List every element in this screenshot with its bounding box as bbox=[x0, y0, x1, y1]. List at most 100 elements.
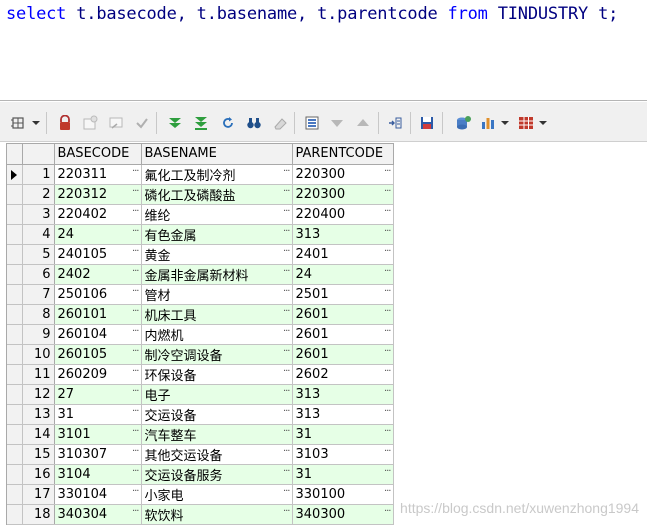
cell-edit-button[interactable]: ··· bbox=[283, 266, 290, 277]
cell-edit-button[interactable]: ··· bbox=[384, 326, 391, 337]
refresh-icon[interactable] bbox=[219, 114, 237, 132]
row-indicator[interactable] bbox=[7, 344, 23, 365]
cell-edit-button[interactable]: ··· bbox=[384, 186, 391, 197]
cell-edit-button[interactable]: ··· bbox=[132, 366, 139, 377]
single-record-view-icon[interactable] bbox=[303, 114, 321, 132]
row-indicator[interactable] bbox=[7, 304, 23, 325]
cell-parentcode[interactable]: 24 ··· bbox=[292, 264, 394, 285]
cell-edit-button[interactable]: ··· bbox=[384, 286, 391, 297]
fetch-all-icon[interactable] bbox=[192, 114, 210, 132]
table-row[interactable]: 4 24 ··· 有色金属 ··· 313 ··· bbox=[7, 224, 394, 245]
cell-edit-button[interactable]: ··· bbox=[132, 506, 139, 517]
cell-parentcode[interactable]: 2401 ··· bbox=[292, 244, 394, 265]
cell-edit-button[interactable]: ··· bbox=[283, 446, 290, 457]
cell-edit-button[interactable]: ··· bbox=[384, 266, 391, 277]
find-icon[interactable] bbox=[245, 114, 263, 132]
row-indicator[interactable] bbox=[7, 424, 23, 445]
row-number[interactable]: 11 bbox=[22, 364, 55, 385]
row-indicator[interactable] bbox=[7, 264, 23, 285]
cell-edit-button[interactable]: ··· bbox=[132, 226, 139, 237]
cell-basecode[interactable]: 260101 ··· bbox=[54, 304, 142, 325]
lock-icon[interactable] bbox=[56, 114, 74, 132]
cell-edit-button[interactable]: ··· bbox=[132, 406, 139, 417]
cell-edit-button[interactable]: ··· bbox=[132, 246, 139, 257]
table-row[interactable]: 3 220402 ··· 维纶 ··· 220400 ··· bbox=[7, 204, 394, 225]
result-grid[interactable]: BASECODE BASENAME PARENTCODE 1 220311 ··· 氟… bbox=[6, 143, 394, 525]
row-number[interactable]: 4 bbox=[22, 224, 55, 245]
cell-edit-button[interactable]: ··· bbox=[283, 166, 290, 177]
row-indicator[interactable] bbox=[7, 324, 23, 345]
row-indicator[interactable] bbox=[7, 444, 23, 465]
cell-parentcode[interactable]: 2601 ··· bbox=[292, 304, 394, 325]
cell-edit-button[interactable]: ··· bbox=[132, 466, 139, 477]
cell-edit-button[interactable]: ··· bbox=[132, 166, 139, 177]
cell-basename[interactable]: 管材 ··· bbox=[141, 284, 293, 305]
cell-parentcode[interactable]: 220300 ··· bbox=[292, 164, 394, 185]
row-number[interactable]: 16 bbox=[22, 464, 55, 485]
cell-edit-button[interactable]: ··· bbox=[283, 406, 290, 417]
cell-parentcode[interactable]: 3103 ··· bbox=[292, 444, 394, 465]
cell-basecode[interactable]: 220312 ··· bbox=[54, 184, 142, 205]
cell-edit-button[interactable]: ··· bbox=[384, 366, 391, 377]
row-indicator[interactable] bbox=[7, 464, 23, 485]
row-number[interactable]: 5 bbox=[22, 244, 55, 265]
cell-basename[interactable]: 汽车整车 ··· bbox=[141, 424, 293, 445]
cell-edit-button[interactable]: ··· bbox=[132, 426, 139, 437]
cell-basecode[interactable]: 27 ··· bbox=[54, 384, 142, 405]
cell-edit-button[interactable]: ··· bbox=[384, 426, 391, 437]
cell-edit-button[interactable]: ··· bbox=[384, 246, 391, 257]
cell-edit-button[interactable]: ··· bbox=[283, 426, 290, 437]
cell-basename[interactable]: 交运设备服务 ··· bbox=[141, 464, 293, 485]
cell-basecode[interactable]: 3101 ··· bbox=[54, 424, 142, 445]
cell-edit-button[interactable]: ··· bbox=[384, 486, 391, 497]
cell-basename[interactable]: 金属非金属新材料 ··· bbox=[141, 264, 293, 285]
cell-basecode[interactable]: 310307 ··· bbox=[54, 444, 142, 465]
cell-basecode[interactable]: 2402 ··· bbox=[54, 264, 142, 285]
cell-edit-button[interactable]: ··· bbox=[283, 386, 290, 397]
row-number[interactable]: 7 bbox=[22, 284, 55, 305]
row-indicator[interactable] bbox=[7, 244, 23, 265]
cell-basecode[interactable]: 260104 ··· bbox=[54, 324, 142, 345]
save-icon[interactable] bbox=[418, 114, 436, 132]
chart-icon[interactable] bbox=[479, 114, 497, 132]
cell-basename[interactable]: 制冷空调设备 ··· bbox=[141, 344, 293, 365]
cell-basecode[interactable]: 260209 ··· bbox=[54, 364, 142, 385]
new-row-icon[interactable] bbox=[81, 114, 99, 132]
connect-icon[interactable] bbox=[455, 114, 473, 132]
cell-edit-button[interactable]: ··· bbox=[384, 506, 391, 517]
cell-basecode[interactable]: 260105 ··· bbox=[54, 344, 142, 365]
row-number[interactable]: 13 bbox=[22, 404, 55, 425]
cell-edit-button[interactable]: ··· bbox=[132, 206, 139, 217]
row-indicator[interactable] bbox=[7, 384, 23, 405]
row-number[interactable]: 9 bbox=[22, 324, 55, 345]
table-row[interactable]: 13 31 ··· 交运设备 ··· 313 ··· bbox=[7, 404, 394, 425]
chevron-down-icon[interactable] bbox=[32, 121, 40, 125]
row-number[interactable]: 1 bbox=[22, 164, 55, 185]
sql-editor[interactable]: select t.basecode, t.basename, t.parentc… bbox=[0, 0, 647, 101]
cell-edit-button[interactable]: ··· bbox=[283, 306, 290, 317]
row-indicator[interactable] bbox=[7, 404, 23, 425]
cell-basecode[interactable]: 31 ··· bbox=[54, 404, 142, 425]
row-number[interactable]: 2 bbox=[22, 184, 55, 205]
cell-edit-button[interactable]: ··· bbox=[132, 486, 139, 497]
cell-parentcode[interactable]: 313 ··· bbox=[292, 404, 394, 425]
cell-basename[interactable]: 磷化工及磷酸盐 ··· bbox=[141, 184, 293, 205]
cell-edit-button[interactable]: ··· bbox=[283, 486, 290, 497]
cell-edit-button[interactable]: ··· bbox=[132, 186, 139, 197]
cell-basename[interactable]: 电子 ··· bbox=[141, 384, 293, 405]
cell-edit-button[interactable]: ··· bbox=[384, 166, 391, 177]
sql-statement[interactable]: select t.basecode, t.basename, t.parentc… bbox=[6, 4, 618, 24]
grid-options-icon[interactable] bbox=[9, 114, 27, 132]
cell-basecode[interactable]: 220311 ··· bbox=[54, 164, 142, 185]
table-view-icon[interactable] bbox=[517, 114, 535, 132]
cell-edit-button[interactable]: ··· bbox=[132, 306, 139, 317]
table-row[interactable]: 5 240105 ··· 黄金 ··· 2401 ··· bbox=[7, 244, 394, 265]
cell-basecode[interactable]: 250106 ··· bbox=[54, 284, 142, 305]
cell-parentcode[interactable]: 220400 ··· bbox=[292, 204, 394, 225]
cell-parentcode[interactable]: 2601 ··· bbox=[292, 344, 394, 365]
cell-edit-button[interactable]: ··· bbox=[384, 306, 391, 317]
row-number[interactable]: 15 bbox=[22, 444, 55, 465]
cell-basename[interactable]: 氟化工及制冷剂 ··· bbox=[141, 164, 293, 185]
cell-edit-button[interactable]: ··· bbox=[384, 406, 391, 417]
cell-edit-button[interactable]: ··· bbox=[283, 506, 290, 517]
